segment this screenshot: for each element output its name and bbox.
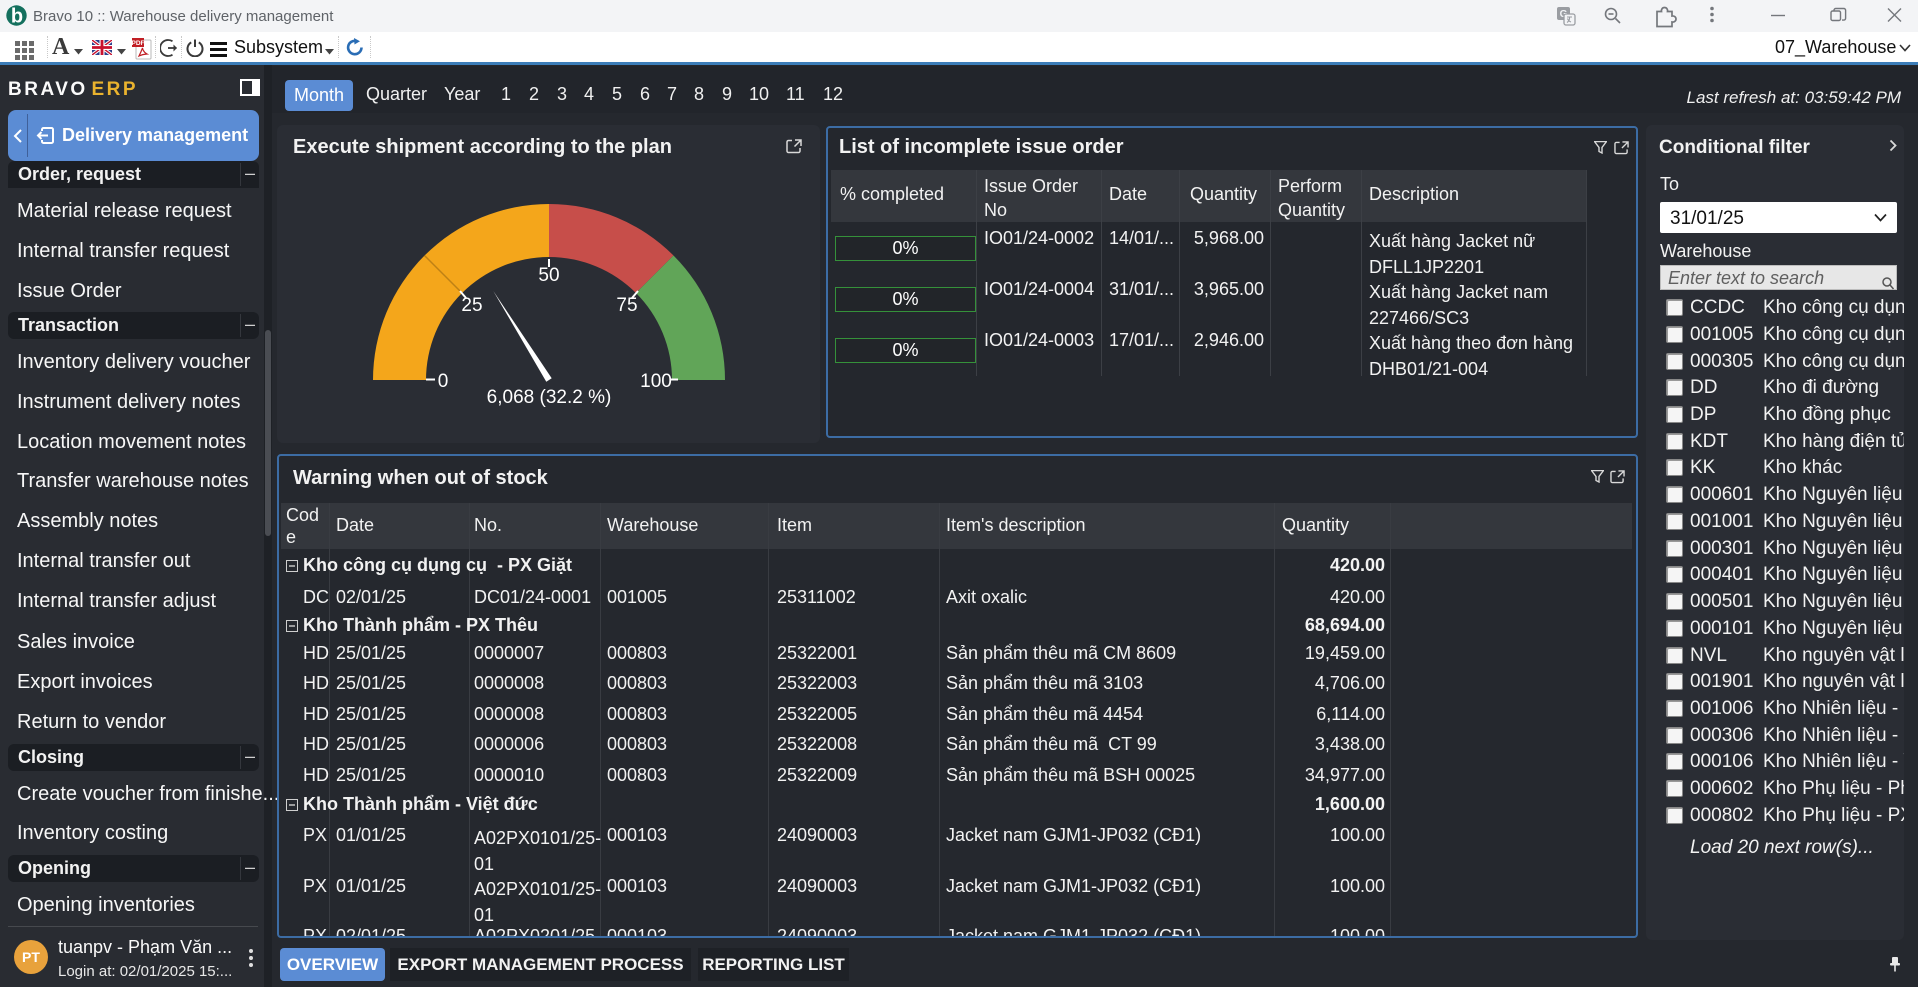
svg-text:0: 0 [438,371,449,392]
svg-text:25: 25 [461,295,482,316]
svg-text:b: b [11,6,23,27]
svg-text:100: 100 [640,371,672,392]
svg-text:75: 75 [616,295,637,316]
svg-text:50: 50 [538,265,559,286]
svg-text:6,068 (32.2 %): 6,068 (32.2 %) [487,387,612,408]
svg-text:PDF: PDF [132,40,145,47]
